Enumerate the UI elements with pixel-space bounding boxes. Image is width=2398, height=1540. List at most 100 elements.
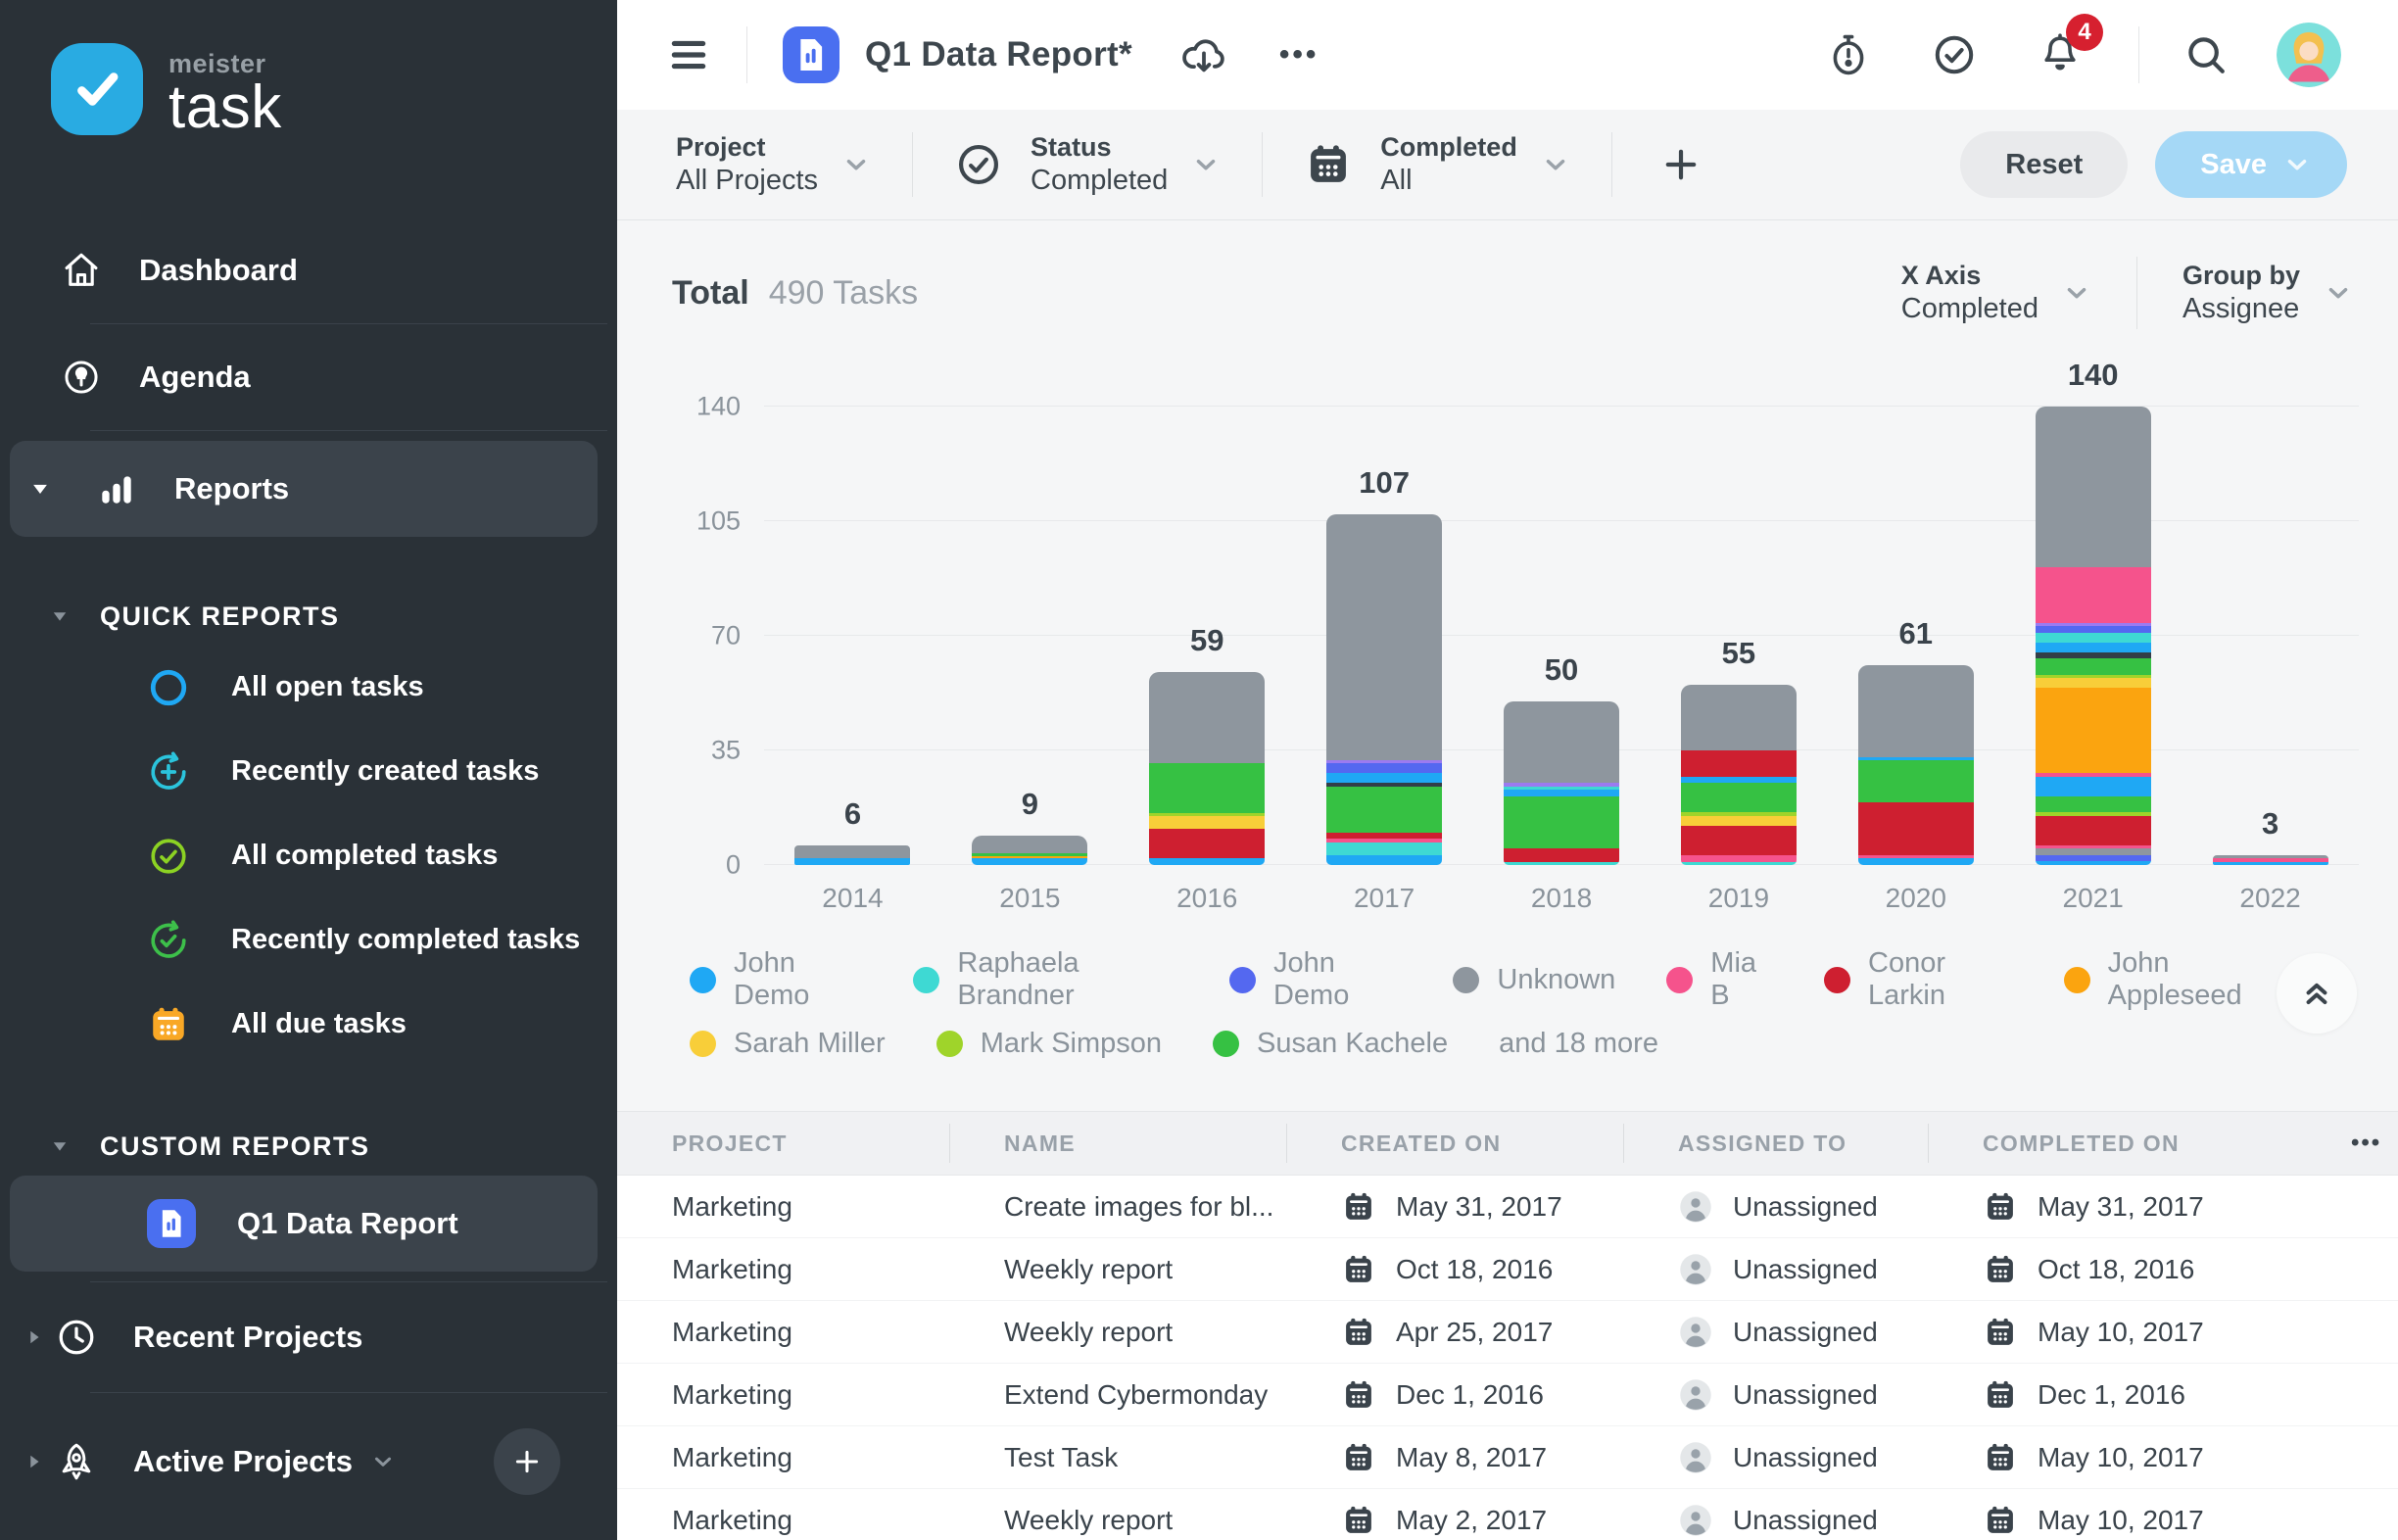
group-by-selector[interactable]: Group by Assignee	[2137, 260, 2363, 325]
bar-segment	[2036, 678, 2151, 688]
bar-2017[interactable]	[1326, 514, 1442, 865]
bar-2015[interactable]	[972, 836, 1087, 865]
table-options-icon[interactable]: •••	[2296, 1112, 2398, 1175]
cell-created-on: May 8, 2017	[1286, 1440, 1623, 1475]
bar-2021[interactable]	[2036, 407, 2151, 865]
search-icon[interactable]	[2182, 31, 2230, 78]
user-avatar[interactable]	[2277, 23, 2341, 87]
calendar-icon	[1341, 1503, 1376, 1538]
cell-project: Marketing	[617, 1254, 949, 1285]
save-button[interactable]: Save	[2155, 131, 2347, 198]
custom-reports-header[interactable]: CUSTOM REPORTS	[49, 1131, 617, 1162]
chevron-right-icon[interactable]	[24, 1452, 45, 1471]
sidebar-item-agenda[interactable]: Agenda	[0, 334, 617, 420]
table-row[interactable]: MarketingWeekly reportApr 25, 2017Unassi…	[617, 1301, 2398, 1364]
avatar-image	[2277, 23, 2341, 87]
bar-segment	[1681, 685, 1797, 750]
legend-item[interactable]: John Demo	[1229, 947, 1402, 1012]
cell-name: Weekly report	[949, 1505, 1286, 1536]
column-header-assigned-to[interactable]: ASSIGNED TO	[1623, 1112, 1928, 1175]
add-project-button[interactable]	[494, 1428, 560, 1495]
sidebar-item-q1-data-report[interactable]: Q1 Data Report	[10, 1176, 598, 1272]
bar-column-2017: 107	[1296, 340, 1473, 865]
my-tasks-icon[interactable]	[1931, 31, 1978, 78]
column-header-completed-on[interactable]: COMPLETED ON	[1928, 1112, 2296, 1175]
x-tick-label: 2014	[764, 883, 941, 922]
reset-button[interactable]: Reset	[1960, 131, 2128, 198]
column-header-project[interactable]: PROJECT	[617, 1112, 949, 1175]
calendar-icon	[147, 1003, 190, 1046]
y-tick-label: 105	[662, 506, 741, 537]
bar-2016[interactable]	[1149, 672, 1265, 865]
groupby-name: Group by	[2182, 260, 2300, 291]
sidebar-item-dashboard[interactable]: Dashboard	[0, 227, 617, 313]
chevron-right-icon[interactable]	[24, 1327, 45, 1347]
table-row[interactable]: MarketingWeekly reportOct 18, 2016Unassi…	[617, 1238, 2398, 1301]
collapse-chart-button[interactable]	[2277, 953, 2357, 1034]
add-filter-button[interactable]	[1659, 143, 1703, 186]
cloud-download-icon[interactable]	[1179, 30, 1228, 79]
calendar-icon	[1341, 1440, 1376, 1475]
table-row[interactable]: MarketingExtend CybermondayDec 1, 2016Un…	[617, 1364, 2398, 1426]
legend-item[interactable]: Unknown	[1453, 964, 1615, 996]
notifications-button[interactable]: 4	[2037, 29, 2084, 81]
cell-text: Unassigned	[1733, 1191, 1878, 1223]
y-tick-label: 0	[662, 850, 741, 881]
bar-segment	[1149, 816, 1265, 829]
column-header-created-on[interactable]: CREATED ON	[1286, 1112, 1623, 1175]
legend-item[interactable]: Mia B	[1666, 947, 1773, 1012]
sidebar-item-recently-completed-tasks[interactable]: Recently completed tasks	[0, 898, 617, 983]
brand-logo[interactable]: meister task	[51, 43, 617, 137]
bar-segment	[2036, 861, 2151, 864]
sidebar-item-all-open-tasks[interactable]: All open tasks	[0, 646, 617, 730]
open-circle-icon	[147, 666, 190, 709]
bar-2018[interactable]	[1504, 701, 1619, 865]
bar-2022[interactable]	[2213, 855, 2328, 865]
sidebar-item-recently-created-tasks[interactable]: Recently created tasks	[0, 730, 617, 814]
hamburger-menu-icon[interactable]	[666, 32, 711, 77]
time-tracking-icon[interactable]	[1825, 31, 1872, 78]
legend-item[interactable]: Raphaela Brandner	[913, 947, 1178, 1012]
chevron-down-icon[interactable]	[370, 1449, 396, 1474]
legend-item[interactable]: Sarah Miller	[690, 1028, 886, 1060]
sidebar-item-reports[interactable]: Reports	[10, 441, 598, 537]
bar-2019[interactable]	[1681, 685, 1797, 865]
filter-completed[interactable]: Completed All	[1263, 131, 1611, 197]
calendar-icon	[1983, 1252, 2018, 1287]
person-icon	[1678, 1188, 1713, 1226]
column-header-name[interactable]: NAME	[949, 1112, 1286, 1175]
bar-2014[interactable]	[794, 845, 910, 865]
chevron-down-icon	[2324, 278, 2353, 308]
legend-item[interactable]: John Appleseed	[2064, 947, 2288, 1012]
agenda-pin-icon	[61, 357, 102, 398]
sidebar-item-active-projects[interactable]: Active Projects	[0, 1417, 617, 1507]
table-row[interactable]: MarketingWeekly reportMay 2, 2017Unassig…	[617, 1489, 2398, 1540]
quick-reports-header[interactable]: QUICK REPORTS	[49, 602, 617, 632]
legend-item[interactable]: Susan Kachele	[1213, 1028, 1448, 1060]
x-tick-label: 2020	[1827, 883, 2004, 922]
legend-item[interactable]: Mark Simpson	[936, 1028, 1162, 1060]
chevron-down-icon[interactable]	[29, 468, 51, 509]
sidebar-item-recent-projects[interactable]: Recent Projects	[0, 1292, 617, 1382]
bar-segment	[2036, 658, 2151, 675]
x-tick-label: 2021	[2004, 883, 2182, 922]
groupby-value: Assignee	[2182, 292, 2300, 326]
sidebar-item-all-completed-tasks[interactable]: All completed tasks	[0, 814, 617, 898]
x-axis-selector[interactable]: X Axis Completed	[1856, 260, 2136, 325]
filter-status[interactable]: Status Completed	[913, 131, 1262, 197]
person-icon	[1678, 1439, 1713, 1476]
cell-created-on: May 2, 2017	[1286, 1503, 1623, 1538]
more-options-icon[interactable]: •••	[1279, 38, 1319, 72]
bar-column-2020: 61	[1827, 340, 2004, 865]
legend-item[interactable]: Conor Larkin	[1824, 947, 2013, 1012]
double-chevron-up-icon	[2299, 976, 2334, 1011]
table-row[interactable]: MarketingCreate images for bl...May 31, …	[617, 1176, 2398, 1238]
sidebar-item-label: Reports	[174, 471, 289, 506]
cell-text: May 10, 2017	[2038, 1442, 2204, 1473]
legend-item[interactable]: John Demo	[690, 947, 862, 1012]
bar-2020[interactable]	[1858, 665, 1974, 865]
bar-segment	[2036, 626, 2151, 633]
table-row[interactable]: MarketingTest TaskMay 8, 2017UnassignedM…	[617, 1426, 2398, 1489]
filter-project[interactable]: Project All Projects	[672, 131, 912, 197]
sidebar-item-all-due-tasks[interactable]: All due tasks	[0, 983, 617, 1067]
